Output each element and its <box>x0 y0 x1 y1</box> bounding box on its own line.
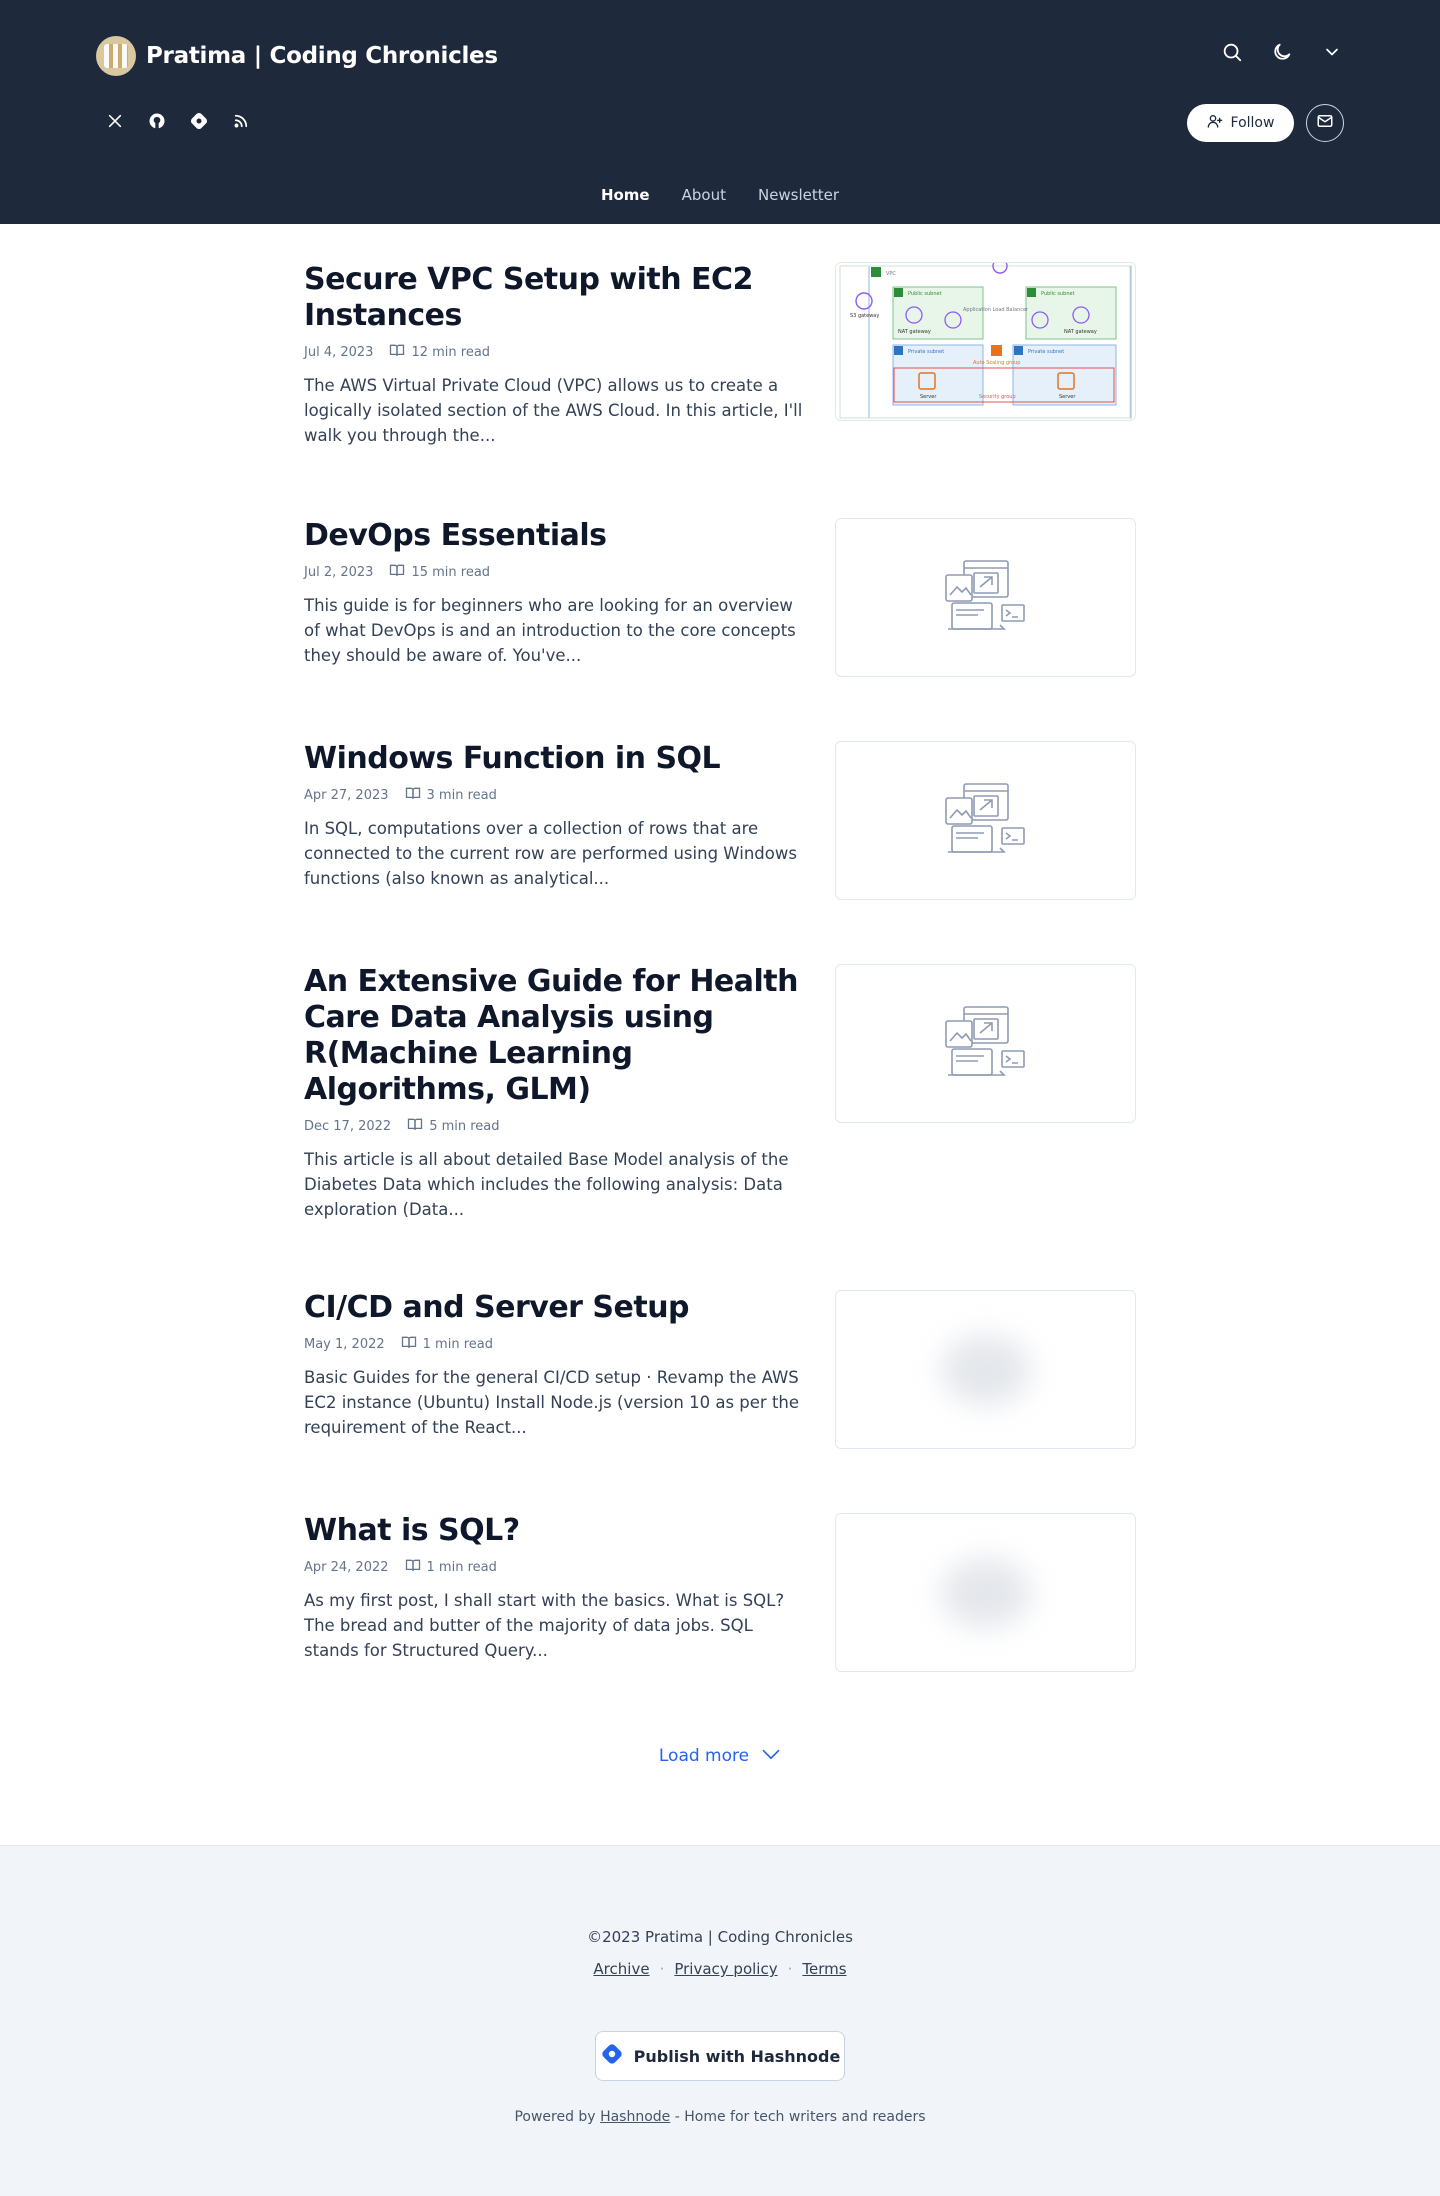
diagram-label: Public subnet <box>1041 291 1075 297</box>
blurred-image-placeholder <box>940 1557 1031 1628</box>
book-icon <box>389 564 405 581</box>
follow-label: Follow <box>1230 115 1275 131</box>
diagram-label: Auto Scaling group <box>973 360 1020 366</box>
footer-links: Archive · Privacy policy · Terms <box>0 1960 1440 1978</box>
diagram-label: NAT gateway <box>1064 329 1097 335</box>
rss-icon[interactable] <box>230 110 252 132</box>
post-read-time: 12 min read <box>411 345 491 360</box>
post-date: Apr 27, 2023 <box>304 788 389 803</box>
post-excerpt[interactable]: The AWS Virtual Private Cloud (VPC) allo… <box>304 373 804 448</box>
social-links <box>104 110 252 132</box>
hashnode-icon <box>600 2042 624 2070</box>
header-actions <box>1220 40 1344 64</box>
site-footer: ©2023 Pratima | Coding Chronicles Archiv… <box>0 1845 1440 2196</box>
post-cover-image[interactable] <box>835 741 1136 900</box>
post-excerpt[interactable]: This guide is for beginners who are look… <box>304 593 804 668</box>
post-title[interactable]: An Extensive Guide for Health Care Data … <box>304 964 804 1108</box>
post-cover-image[interactable] <box>835 1513 1136 1672</box>
diagram-label: Public subnet <box>908 291 942 297</box>
load-more-label: Load more <box>658 1746 750 1766</box>
nav-item-home[interactable]: Home <box>601 186 650 204</box>
post-cover-image[interactable]: VPC S3 gateway Public subnet Public subn… <box>835 262 1136 421</box>
book-icon <box>401 1336 417 1353</box>
post-cover-image[interactable] <box>835 964 1136 1123</box>
image-placeholder-icon <box>944 782 1028 860</box>
post-cover-image[interactable] <box>835 1290 1136 1449</box>
post-title[interactable]: Secure VPC Setup with EC2 Instances <box>304 262 804 334</box>
image-placeholder-icon <box>944 1005 1028 1083</box>
diagram-label: NAT gateway <box>898 329 931 335</box>
powered-by-text: Powered by Hashnode - Home for tech writ… <box>0 2109 1440 2125</box>
mail-icon <box>1316 112 1334 134</box>
post-read-time: 5 min read <box>429 1119 500 1134</box>
post-title[interactable]: What is SQL? <box>304 1513 804 1549</box>
post-read-time: 1 min read <box>422 1337 493 1352</box>
post-excerpt[interactable]: Basic Guides for the general CI/CD setup… <box>304 1365 804 1440</box>
x-icon[interactable] <box>104 110 126 132</box>
load-more-button[interactable]: Load more <box>659 1746 781 1766</box>
publish-label: Publish with Hashnode <box>633 2046 841 2066</box>
main-nav: Home About Newsletter <box>0 186 1440 204</box>
hashnode-icon[interactable] <box>188 110 210 132</box>
post-title[interactable]: DevOps Essentials <box>304 518 804 554</box>
publish-with-hashnode-button[interactable]: Publish with Hashnode <box>595 2031 845 2081</box>
copyright-text: ©2023 Pratima | Coding Chronicles <box>587 1928 853 1946</box>
book-icon <box>405 1559 421 1576</box>
github-icon[interactable] <box>146 110 168 132</box>
blog-avatar[interactable] <box>96 36 136 76</box>
post-date: Apr 24, 2022 <box>304 1560 389 1575</box>
book-icon <box>405 787 421 804</box>
post-date: Jul 2, 2023 <box>304 565 374 580</box>
image-placeholder-icon <box>944 559 1028 637</box>
diagram-label: Private subnet <box>908 349 944 355</box>
footer-link-archive[interactable]: Archive <box>593 1960 649 1978</box>
powered-prefix: Powered by <box>514 2109 596 2125</box>
nav-item-about[interactable]: About <box>682 186 726 204</box>
post-excerpt[interactable]: As my first post, I shall start with the… <box>304 1588 804 1663</box>
blog-header: Pratima | Coding Chronicles Follow Home … <box>0 0 1440 224</box>
diagram-label: Server <box>920 394 937 400</box>
post-read-time: 3 min read <box>426 788 497 803</box>
book-icon <box>407 1118 423 1135</box>
post-excerpt[interactable]: This article is all about detailed Base … <box>304 1147 804 1222</box>
diagram-label: Application Load Balancer <box>963 307 1029 313</box>
post-title[interactable]: Windows Function in SQL <box>304 741 804 777</box>
diagram-label: VPC <box>886 271 896 277</box>
search-icon[interactable] <box>1220 40 1244 64</box>
footer-link-terms[interactable]: Terms <box>802 1960 846 1978</box>
hashnode-link[interactable]: Hashnode <box>600 2109 670 2125</box>
blog-title[interactable]: Pratima | Coding Chronicles <box>146 43 498 69</box>
newsletter-button[interactable] <box>1306 104 1344 142</box>
separator: · <box>787 1960 793 1978</box>
book-icon <box>389 344 405 361</box>
footer-link-privacy[interactable]: Privacy policy <box>674 1960 777 1978</box>
separator: · <box>659 1960 665 1978</box>
post-cover-image[interactable] <box>835 518 1136 677</box>
post-date: May 1, 2022 <box>304 1337 385 1352</box>
post-date: Dec 17, 2022 <box>304 1119 392 1134</box>
powered-suffix: - Home for tech writers and readers <box>674 2109 926 2125</box>
moon-icon[interactable] <box>1270 40 1294 64</box>
post-read-time: 15 min read <box>411 565 491 580</box>
post-read-time: 1 min read <box>426 1560 497 1575</box>
diagram-label: Server <box>1059 394 1076 400</box>
load-more-area: Load more <box>0 1746 1440 1766</box>
blog-brand[interactable]: Pratima | Coding Chronicles <box>96 36 498 76</box>
diagram-label: Private subnet <box>1028 349 1064 355</box>
chevron-down-icon[interactable] <box>1320 40 1344 64</box>
post-date: Jul 4, 2023 <box>304 345 374 360</box>
post-excerpt[interactable]: In SQL, computations over a collection o… <box>304 816 804 891</box>
add-user-icon <box>1207 113 1223 133</box>
nav-item-newsletter[interactable]: Newsletter <box>758 186 839 204</box>
diagram-label: Security group <box>979 394 1016 400</box>
follow-button[interactable]: Follow <box>1187 104 1294 142</box>
post-title[interactable]: CI/CD and Server Setup <box>304 1290 804 1326</box>
blurred-image-placeholder <box>940 1334 1031 1405</box>
diagram-label: S3 gateway <box>850 313 879 319</box>
chevron-down-icon <box>761 1746 781 1766</box>
